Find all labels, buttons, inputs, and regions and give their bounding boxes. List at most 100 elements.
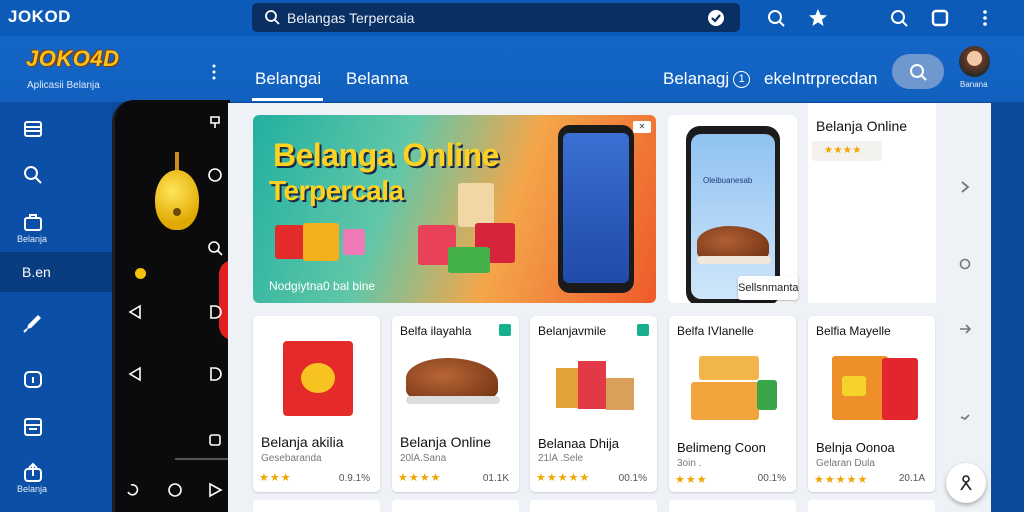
sidebar-item-upload[interactable]: Belanja — [0, 458, 112, 498]
right-rail — [936, 103, 991, 512]
sidebar-item-label: Belanja — [17, 234, 48, 244]
circle-icon[interactable] — [207, 167, 223, 183]
shoe-sole — [406, 396, 500, 404]
home-icon[interactable] — [167, 482, 183, 498]
square-icon[interactable] — [207, 432, 223, 448]
floating-action-button[interactable] — [946, 463, 986, 503]
star-icon[interactable] — [808, 8, 828, 28]
back-icon[interactable] — [127, 366, 143, 382]
bell-cord — [175, 152, 179, 172]
list-icon — [24, 121, 42, 137]
save-chip[interactable]: Sellsnmanta — [738, 276, 799, 300]
search-bar[interactable]: Belangas Terpercaia — [252, 3, 740, 32]
shoe-sole — [697, 256, 771, 264]
next-row-card[interactable] — [253, 500, 380, 512]
product-subtitle: Gesebaranda — [261, 453, 322, 464]
next-row-card[interactable] — [669, 500, 796, 512]
product-rating: ★★★ — [259, 472, 292, 484]
product-name: Belimeng Coon — [677, 440, 766, 455]
product-metric: 0.9.1% — [338, 473, 370, 484]
lock-icon[interactable] — [207, 114, 223, 130]
brand-tagline: Aplicasii Belanja — [27, 80, 100, 91]
person-icon — [960, 475, 972, 491]
sidebar-item-info[interactable] — [0, 358, 112, 398]
product-metric: 01.1K — [482, 473, 509, 484]
product-card[interactable]: Belfa IVlanelle Belimeng Coon 3oin . ★★★… — [669, 316, 796, 492]
brand-logo[interactable]: JOKO4D — [26, 46, 119, 72]
top-bar: JOKOD Belangas Terpercaia — [0, 0, 1024, 36]
gift-box-illustration — [275, 225, 305, 259]
search-button[interactable] — [892, 54, 944, 89]
product-card-title: Belfia Mayelle — [816, 324, 891, 338]
product-label — [301, 363, 335, 393]
arrow-right-icon[interactable] — [958, 322, 972, 336]
product-rating: ★★★★★ — [536, 472, 591, 484]
product-card-title: Belanjavmile — [538, 324, 607, 338]
promo-banner[interactable]: Belanga Online Terpercala Nodgiytna0 bal… — [253, 115, 656, 303]
sidebar-item-tag[interactable] — [0, 302, 112, 342]
search-icon — [265, 10, 280, 25]
product-rating: ★★★★★ — [814, 474, 869, 486]
tag-icon — [499, 324, 511, 336]
featured-card[interactable]: Belanja Online ★★★★ — [808, 103, 936, 303]
search-icon[interactable] — [207, 240, 223, 256]
search-input[interactable]: Belangas Terpercaia — [287, 10, 414, 26]
badge-icon[interactable] — [706, 8, 726, 28]
active-tab-indicator — [252, 98, 323, 101]
product-card[interactable]: Belfa ilayahla Belanja Online 20lA.Sana … — [392, 316, 519, 492]
shopping-bag-illustration — [303, 223, 339, 261]
back-icon[interactable] — [127, 304, 143, 320]
avatar[interactable] — [959, 46, 990, 77]
product-card-title: Belfa ilayahla — [400, 324, 472, 338]
product-subtitle: 21lA .Sele — [538, 453, 584, 464]
search-icon[interactable] — [766, 8, 786, 28]
shopping-bag-illustration — [458, 183, 494, 227]
d-icon[interactable] — [207, 304, 223, 320]
square-icon[interactable] — [930, 8, 950, 28]
product-card[interactable]: Belanja akilia Gesebaranda ★★★ 0.9.1% — [253, 316, 380, 492]
product-subtitle: 3oin . — [677, 458, 702, 469]
rotate-icon[interactable] — [125, 482, 141, 498]
gift-box-illustration — [448, 247, 490, 273]
app-header: JOKO4D Aplicasii Belanja Belangai Belann… — [0, 36, 1024, 102]
sidebar-item-grid[interactable] — [0, 406, 112, 446]
sidebar: Belanja B.en Belanja — [0, 102, 112, 512]
tag-icon — [23, 315, 41, 333]
product-rating: ★★★★ — [398, 472, 442, 484]
nav-link-terpercaya[interactable]: ekeIntrprecdan — [764, 69, 877, 89]
promo-card-phone[interactable]: Oleibuanesab — [668, 115, 797, 303]
product-image — [283, 341, 353, 416]
nav-link-belanagj[interactable]: Belanagj 1 — [663, 69, 751, 89]
product-card[interactable]: Belfia Mayelle Belnja Oonoa Gelaran Dula… — [808, 316, 935, 492]
d-icon[interactable] — [207, 366, 223, 382]
product-image — [578, 361, 606, 409]
nav-link-label: Belanagj — [663, 69, 730, 88]
product-image — [691, 382, 759, 420]
close-icon[interactable]: ✕ — [633, 121, 651, 133]
chevron-right-icon[interactable] — [958, 180, 972, 194]
cart-icon — [24, 214, 42, 231]
product-card[interactable]: Belanjavmile Belanaa Dhija 21lA .Sele ★★… — [530, 316, 657, 492]
play-icon[interactable] — [207, 482, 223, 498]
banner-phone-illustration — [558, 125, 634, 293]
phone-screen-title: Oleibuanesab — [703, 176, 753, 185]
sidebar-item-ben[interactable]: B.en — [0, 252, 112, 292]
sparkle-icon — [960, 414, 970, 420]
product-image — [556, 368, 578, 408]
next-row-card[interactable] — [530, 500, 657, 512]
menu-dots-icon[interactable] — [212, 64, 216, 80]
next-row-card[interactable] — [808, 500, 935, 512]
search-icon[interactable] — [889, 8, 909, 28]
sidebar-item-search[interactable] — [0, 154, 112, 194]
tab-belanna[interactable]: Belanna — [346, 69, 408, 89]
phone-screen: Oleibuanesab — [691, 134, 775, 299]
sidebar-item-list[interactable] — [0, 108, 112, 148]
dot-indicator-icon[interactable] — [958, 257, 972, 271]
banner-subtitle: Nodgiytna0 bal bine — [269, 279, 376, 293]
kebab-menu-icon[interactable] — [975, 8, 995, 28]
next-row-card[interactable] — [392, 500, 519, 512]
product-image — [606, 378, 634, 410]
tab-belangai[interactable]: Belangai — [255, 69, 321, 89]
sidebar-item-belanja[interactable]: Belanja — [0, 206, 112, 246]
app-title: JOKOD — [8, 7, 71, 26]
